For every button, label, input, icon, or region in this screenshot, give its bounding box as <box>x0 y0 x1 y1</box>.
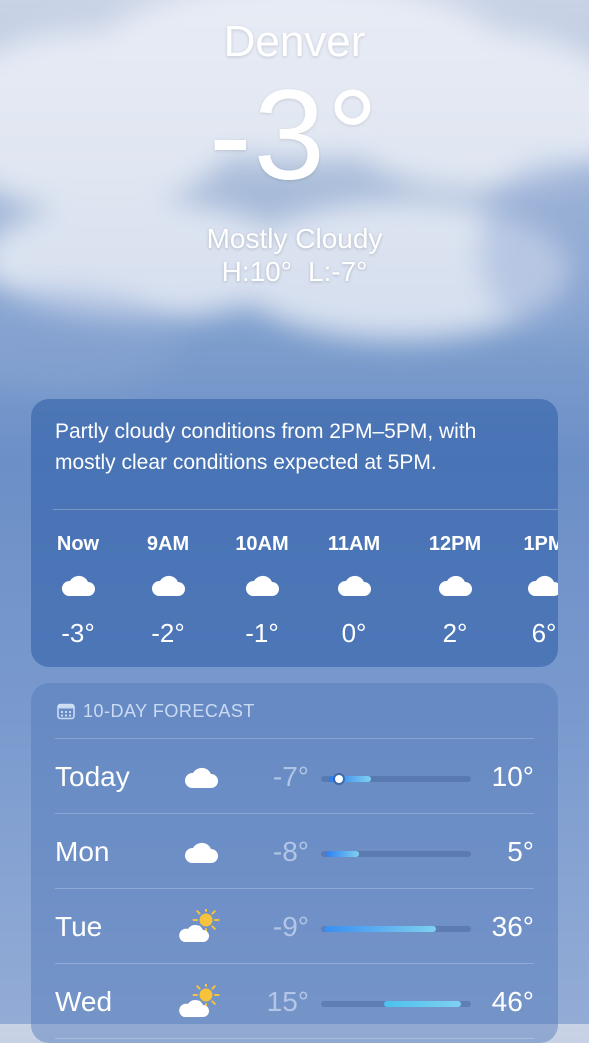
low-temp: L:-7° <box>307 256 368 287</box>
hour-column: 10AM -1° <box>227 510 297 648</box>
hourly-scroll[interactable]: Now -3° 9AM -2° 10AM -1° 11AM 0° 12PM 2° 1PM 6° <box>31 510 558 680</box>
day-row[interactable]: Today -7° 10° <box>31 739 558 814</box>
current-temperature: -3° <box>209 64 380 207</box>
current-condition: Mostly Cloudy <box>206 223 383 254</box>
cloud-icon <box>319 557 389 613</box>
day-row[interactable]: Wed 15° 46° <box>31 964 558 1039</box>
cloud-icon <box>509 557 558 613</box>
current-weather-header: Denver -3° Mostly Cloudy H:10° L:-7° <box>0 14 589 288</box>
current-temp-indicator <box>335 775 343 783</box>
divider <box>55 1038 534 1039</box>
day-high-temp: 36° <box>491 911 534 942</box>
high-temp: H:10° <box>221 256 292 287</box>
day-low-temp: -9° <box>272 911 309 942</box>
temperature-range-bar <box>321 1001 471 1007</box>
day-name: Mon <box>55 836 110 867</box>
day-low-temp: -7° <box>272 761 309 792</box>
hour-temperature: 2° <box>442 618 468 648</box>
day-name: Wed <box>55 986 113 1017</box>
day-name: Today <box>55 761 130 792</box>
cloud-icon <box>179 757 223 797</box>
hour-time: 1PM <box>523 533 558 555</box>
hour-temperature: 0° <box>341 618 367 648</box>
hour-temperature: -1° <box>245 618 279 648</box>
day-low-temp: 15° <box>266 986 309 1017</box>
temperature-range-bar <box>321 775 471 783</box>
hour-column: 11AM 0° <box>319 510 389 648</box>
ten-day-title-text: 10-DAY FORECAST <box>83 701 255 721</box>
cloud-icon <box>43 557 113 613</box>
hour-time: 12PM <box>428 533 482 555</box>
hour-time: 10AM <box>235 533 289 555</box>
hour-time: Now <box>56 533 100 555</box>
city-name: Denver <box>223 17 366 66</box>
cloud-icon <box>227 557 297 613</box>
calendar-icon <box>57 702 75 720</box>
day-high-temp: 46° <box>491 986 534 1017</box>
daily-list: Today -7° 10° Mon -8° 5° Tue -9° 36° Wed 15° 46° <box>31 739 558 1039</box>
cloud-icon <box>179 832 223 872</box>
temperature-range-fill <box>324 926 436 932</box>
hour-temperature: 6° <box>531 618 557 648</box>
temperature-range-fill <box>384 1001 461 1007</box>
temperature-range-fill <box>326 851 359 857</box>
cloud-icon <box>133 557 203 613</box>
hour-column: 12PM 2° <box>420 510 490 648</box>
hour-time: 11AM <box>327 533 381 555</box>
temperature-range-bar <box>321 851 471 857</box>
ten-day-forecast-card[interactable]: 10-DAY FORECAST Today -7° 10° Mon -8° 5° Tue -9… <box>31 683 558 1043</box>
day-row[interactable]: Tue -9° 36° <box>31 889 558 964</box>
hour-temperature: -3° <box>61 618 95 648</box>
day-row[interactable]: Mon -8° 5° <box>31 814 558 889</box>
hourly-forecast-card[interactable]: Partly cloudy conditions from 2PM–5PM, w… <box>31 399 558 667</box>
hour-column: Now -3° <box>43 510 113 648</box>
hour-column: 9AM -2° <box>133 510 203 648</box>
forecast-summary: Partly cloudy conditions from 2PM–5PM, w… <box>55 420 477 474</box>
partly-sunny-icon <box>179 982 223 1022</box>
day-high-temp: 10° <box>491 761 534 792</box>
hour-column: 1PM 6° <box>509 510 558 648</box>
temperature-range-bar <box>321 926 471 932</box>
hour-time: 9AM <box>146 533 190 555</box>
day-name: Tue <box>55 911 103 942</box>
cloud-icon <box>420 557 490 613</box>
partly-sunny-icon <box>179 907 223 947</box>
hour-temperature: -2° <box>151 618 185 648</box>
high-low: H:10° L:-7° <box>0 256 589 288</box>
day-low-temp: -8° <box>272 836 309 867</box>
day-high-temp: 5° <box>507 836 534 867</box>
ten-day-title: 10-DAY FORECAST <box>31 683 558 721</box>
